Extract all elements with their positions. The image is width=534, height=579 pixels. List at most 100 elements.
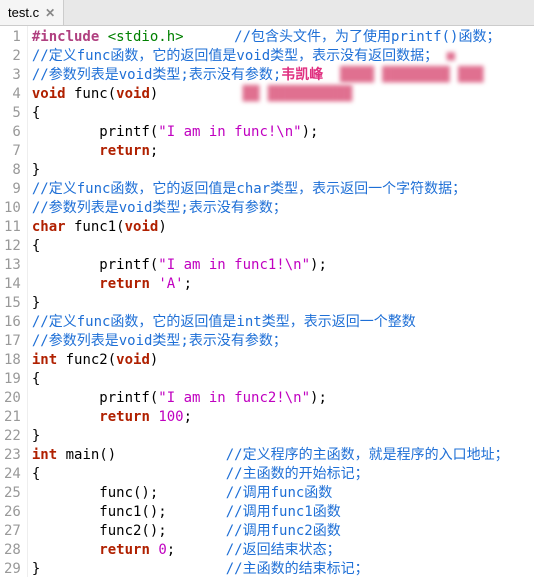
code-token: "I am in func1!\n": [158, 257, 310, 273]
code-line[interactable]: } //主函数的结束标记；: [32, 560, 530, 577]
line-number: 10: [4, 199, 21, 218]
code-line[interactable]: //参数列表是void类型;表示没有参数；: [32, 332, 530, 351]
code-line[interactable]: }: [32, 427, 530, 446]
tab-filename: test.c: [8, 5, 39, 20]
code-token: [32, 276, 99, 292]
code-token: printf(: [32, 390, 158, 406]
code-token: ): [158, 219, 166, 235]
code-line[interactable]: { //主函数的开始标记；: [32, 465, 530, 484]
line-number: 12: [4, 237, 21, 256]
line-number: 2: [4, 47, 21, 66]
code-token: //调用func函数: [226, 485, 333, 501]
code-token: func(: [66, 86, 117, 102]
code-line[interactable]: {: [32, 237, 530, 256]
line-number: 16: [4, 313, 21, 332]
code-token: //主函数的结束标记；: [226, 561, 369, 577]
code-line[interactable]: //参数列表是void类型;表示没有参数;韦凯峰 ████ ████████ █…: [32, 66, 530, 85]
code-token: int: [32, 352, 57, 368]
code-line[interactable]: printf("I am in func2!\n");: [32, 389, 530, 408]
code-token: );: [310, 257, 327, 273]
code-token: ██ ██████████: [243, 86, 353, 102]
code-token: [116, 447, 226, 463]
code-token: //定义func函数，它的返回值是int类型，表示返回一个整数: [32, 314, 416, 330]
code-line[interactable]: return 'A';: [32, 275, 530, 294]
code-token: [184, 29, 235, 45]
line-number-gutter: 1234567891011121314151617181920212223242…: [0, 26, 28, 577]
code-line[interactable]: //参数列表是void类型;表示没有参数；: [32, 199, 530, 218]
tab-bar: test.c ✕: [0, 0, 534, 26]
code-line[interactable]: printf("I am in func!\n");: [32, 123, 530, 142]
code-line[interactable]: return 100;: [32, 408, 530, 427]
code-token: void: [116, 352, 150, 368]
code-line[interactable]: }: [32, 294, 530, 313]
code-token: //定义程序的主函数，就是程序的入口地址；: [226, 447, 509, 463]
code-token: return: [99, 143, 150, 159]
code-line[interactable]: #include <stdio.h> //包含头文件，为了使用printf()函…: [32, 28, 530, 47]
code-token: ■: [447, 48, 455, 64]
line-number: 24: [4, 465, 21, 484]
code-line[interactable]: void func(void) ██ ██████████: [32, 85, 530, 104]
code-line[interactable]: int main() //定义程序的主函数，就是程序的入口地址；: [32, 446, 530, 465]
code-token: //定义func函数，它的返回值是char类型，表示返回一个字符数据；: [32, 181, 466, 197]
code-line[interactable]: func(); //调用func函数: [32, 484, 530, 503]
code-line[interactable]: return 0; //返回结束状态；: [32, 541, 530, 560]
code-token: [175, 542, 226, 558]
code-token: void: [32, 86, 66, 102]
line-number: 1: [4, 28, 21, 47]
code-line[interactable]: return;: [32, 142, 530, 161]
line-number: 9: [4, 180, 21, 199]
code-token: //参数列表是void类型;表示没有参数；: [32, 333, 287, 349]
code-line[interactable]: //定义func函数，它的返回值是int类型，表示返回一个整数: [32, 313, 530, 332]
code-token: return: [99, 276, 150, 292]
code-line[interactable]: //定义func函数，它的返回值是void类型，表示没有返回数据； ■: [32, 47, 530, 66]
code-token: ;: [184, 276, 192, 292]
line-number: 6: [4, 123, 21, 142]
line-number: 7: [4, 142, 21, 161]
code-token: return: [99, 409, 150, 425]
code-token: }: [32, 428, 40, 444]
code-line[interactable]: func1(); //调用func1函数: [32, 503, 530, 522]
line-number: 23: [4, 446, 21, 465]
code-token: ;: [184, 409, 192, 425]
line-number: 5: [4, 104, 21, 123]
code-token: //调用func2函数: [226, 523, 341, 539]
code-line[interactable]: int func2(void): [32, 351, 530, 370]
code-token: func2();: [32, 523, 167, 539]
code-token: [167, 523, 226, 539]
code-token: main(): [57, 447, 116, 463]
editor-area: 1234567891011121314151617181920212223242…: [0, 26, 534, 577]
code-line[interactable]: {: [32, 104, 530, 123]
code-token: //主函数的开始标记；: [226, 466, 369, 482]
code-token: }: [32, 162, 40, 178]
code-token: func1(: [66, 219, 125, 235]
code-token: [32, 409, 99, 425]
code-token: [158, 86, 242, 102]
code-token: );: [302, 124, 319, 140]
code-line[interactable]: }: [32, 161, 530, 180]
line-number: 21: [4, 408, 21, 427]
code-line[interactable]: //定义func函数，它的返回值是char类型，表示返回一个字符数据；: [32, 180, 530, 199]
code-line[interactable]: func2(); //调用func2函数: [32, 522, 530, 541]
code-token: "I am in func!\n": [158, 124, 301, 140]
code-line[interactable]: {: [32, 370, 530, 389]
code-token: void: [125, 219, 159, 235]
code-token: //调用func1函数: [226, 504, 341, 520]
code-token: [323, 67, 340, 83]
line-number: 28: [4, 541, 21, 560]
line-number: 19: [4, 370, 21, 389]
code-token: "I am in func2!\n": [158, 390, 310, 406]
code-content[interactable]: #include <stdio.h> //包含头文件，为了使用printf()函…: [28, 26, 534, 577]
code-token: 'A': [158, 276, 183, 292]
code-line[interactable]: char func1(void): [32, 218, 530, 237]
line-number: 17: [4, 332, 21, 351]
code-token: {: [32, 105, 40, 121]
code-token: ;: [150, 143, 158, 159]
line-number: 18: [4, 351, 21, 370]
code-token: 韦凯峰: [281, 67, 323, 83]
code-line[interactable]: printf("I am in func1!\n");: [32, 256, 530, 275]
code-token: printf(: [32, 124, 158, 140]
code-token: func();: [32, 485, 158, 501]
code-token: {: [32, 238, 40, 254]
close-icon[interactable]: ✕: [45, 6, 55, 20]
file-tab[interactable]: test.c ✕: [0, 0, 64, 25]
